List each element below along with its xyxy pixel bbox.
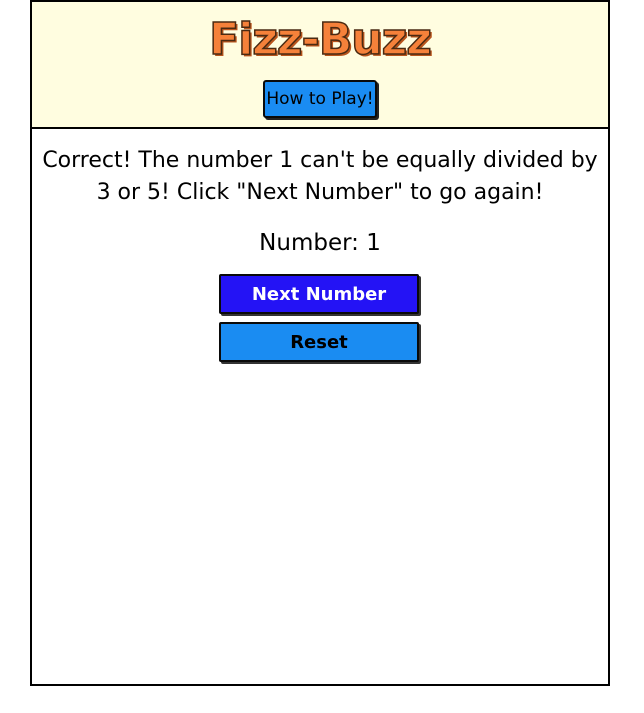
header: Fizz-Buzz How to Play!	[32, 2, 608, 129]
result-message-line-2: 3 or 5! Click "Next Number" to go again!	[96, 180, 544, 205]
result-message-line-1: Correct! The number 1 can't be equally d…	[42, 148, 598, 173]
current-number: Number: 1	[259, 230, 381, 256]
reset-button[interactable]: Reset	[219, 322, 419, 362]
app-title: Fizz-Buzz	[208, 13, 432, 66]
next-number-button[interactable]: Next Number	[219, 274, 419, 314]
result-message: Correct! The number 1 can't be equally d…	[32, 145, 608, 209]
game-frame: Fizz-Buzz How to Play! Correct! The numb…	[30, 0, 610, 686]
how-to-play-button[interactable]: How to Play!	[263, 80, 377, 118]
